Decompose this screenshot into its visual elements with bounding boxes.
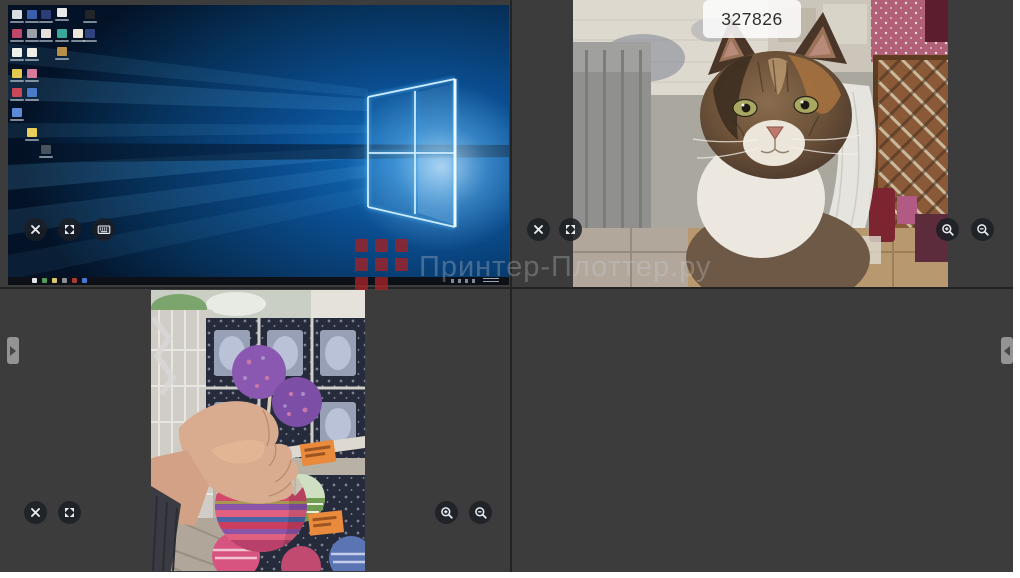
fullscreen-button[interactable] (58, 501, 81, 524)
taskbar-icon[interactable] (42, 278, 47, 283)
cat-photo[interactable] (573, 0, 948, 287)
panel-ball-photo (0, 289, 510, 572)
desktop-icon[interactable] (27, 88, 37, 97)
taskbar-icon[interactable] (62, 278, 67, 283)
panel-cat-photo: 327826 (512, 0, 1013, 287)
desktop-icon[interactable] (57, 47, 67, 56)
tray-icon (472, 279, 475, 283)
desktop-icon[interactable] (12, 48, 22, 57)
desktop-icon[interactable] (73, 29, 83, 38)
taskbar-tray-icons[interactable] (451, 279, 475, 283)
vertical-divider (510, 0, 512, 572)
screenshot-root: 327826 (0, 0, 1020, 578)
taskbar-icon[interactable] (32, 278, 37, 283)
desktop-icon[interactable] (27, 48, 37, 57)
tray-icon (465, 279, 468, 283)
panel-remote-desktop (0, 0, 510, 287)
tray-icon (451, 279, 454, 283)
tray-icon (458, 279, 461, 283)
desktop-icon[interactable] (41, 29, 51, 38)
desktop-icon[interactable] (12, 10, 22, 19)
fullscreen-icon (63, 506, 76, 519)
taskbar-clock (483, 278, 499, 284)
desktop-icon[interactable] (27, 10, 37, 19)
fullscreen-button[interactable] (559, 218, 582, 241)
desktop-icon[interactable] (85, 10, 95, 19)
zoom-out-icon (474, 506, 488, 520)
close-button[interactable] (24, 218, 47, 241)
close-button[interactable] (24, 501, 47, 524)
zoom-in-button[interactable] (435, 501, 458, 524)
desktop-icons-layer[interactable] (8, 5, 509, 277)
fullscreen-button[interactable] (58, 218, 81, 241)
taskbar-icon[interactable] (82, 278, 87, 283)
id-badge: 327826 (703, 0, 801, 38)
arrow-right-icon (10, 346, 16, 356)
zoom-in-button[interactable] (936, 218, 959, 241)
desktop-icon[interactable] (27, 29, 37, 38)
left-edge-expand-button[interactable] (7, 337, 19, 364)
multi-view-grid: 327826 (0, 0, 1013, 572)
desktop-icon[interactable] (12, 88, 22, 97)
close-icon (29, 223, 42, 236)
desktop-icon[interactable] (41, 10, 51, 19)
taskbar-app-icons[interactable] (32, 278, 87, 283)
right-edge-expand-button[interactable] (1001, 337, 1013, 364)
desktop-icon[interactable] (12, 29, 22, 38)
desktop-icon[interactable] (12, 108, 22, 117)
fullscreen-icon (63, 223, 76, 236)
desktop-taskbar[interactable] (8, 277, 509, 285)
remote-desktop-view[interactable] (8, 5, 509, 285)
keyboard-icon (97, 223, 111, 236)
desktop-icon[interactable] (85, 29, 95, 38)
taskbar-icon[interactable] (52, 278, 57, 283)
desktop-icon[interactable] (41, 145, 51, 154)
zoom-out-button[interactable] (469, 501, 492, 524)
zoom-out-icon (976, 223, 990, 237)
desktop-icon[interactable] (57, 8, 67, 17)
panel-empty (512, 289, 1013, 572)
zoom-in-icon (941, 223, 955, 237)
zoom-out-button[interactable] (971, 218, 994, 241)
desktop-icon[interactable] (12, 69, 22, 78)
desktop-icon[interactable] (27, 69, 37, 78)
keyboard-button[interactable] (92, 218, 115, 241)
arrow-left-icon (1004, 346, 1010, 356)
horizontal-divider (0, 287, 1013, 289)
close-icon (532, 223, 545, 236)
zoom-in-icon (440, 506, 454, 520)
close-button[interactable] (527, 218, 550, 241)
fullscreen-icon (564, 223, 577, 236)
desktop-icon[interactable] (57, 29, 67, 38)
desktop-icon[interactable] (27, 128, 37, 137)
taskbar-icon[interactable] (72, 278, 77, 283)
close-icon (29, 506, 42, 519)
knitted-ball-photo[interactable] (151, 290, 365, 571)
